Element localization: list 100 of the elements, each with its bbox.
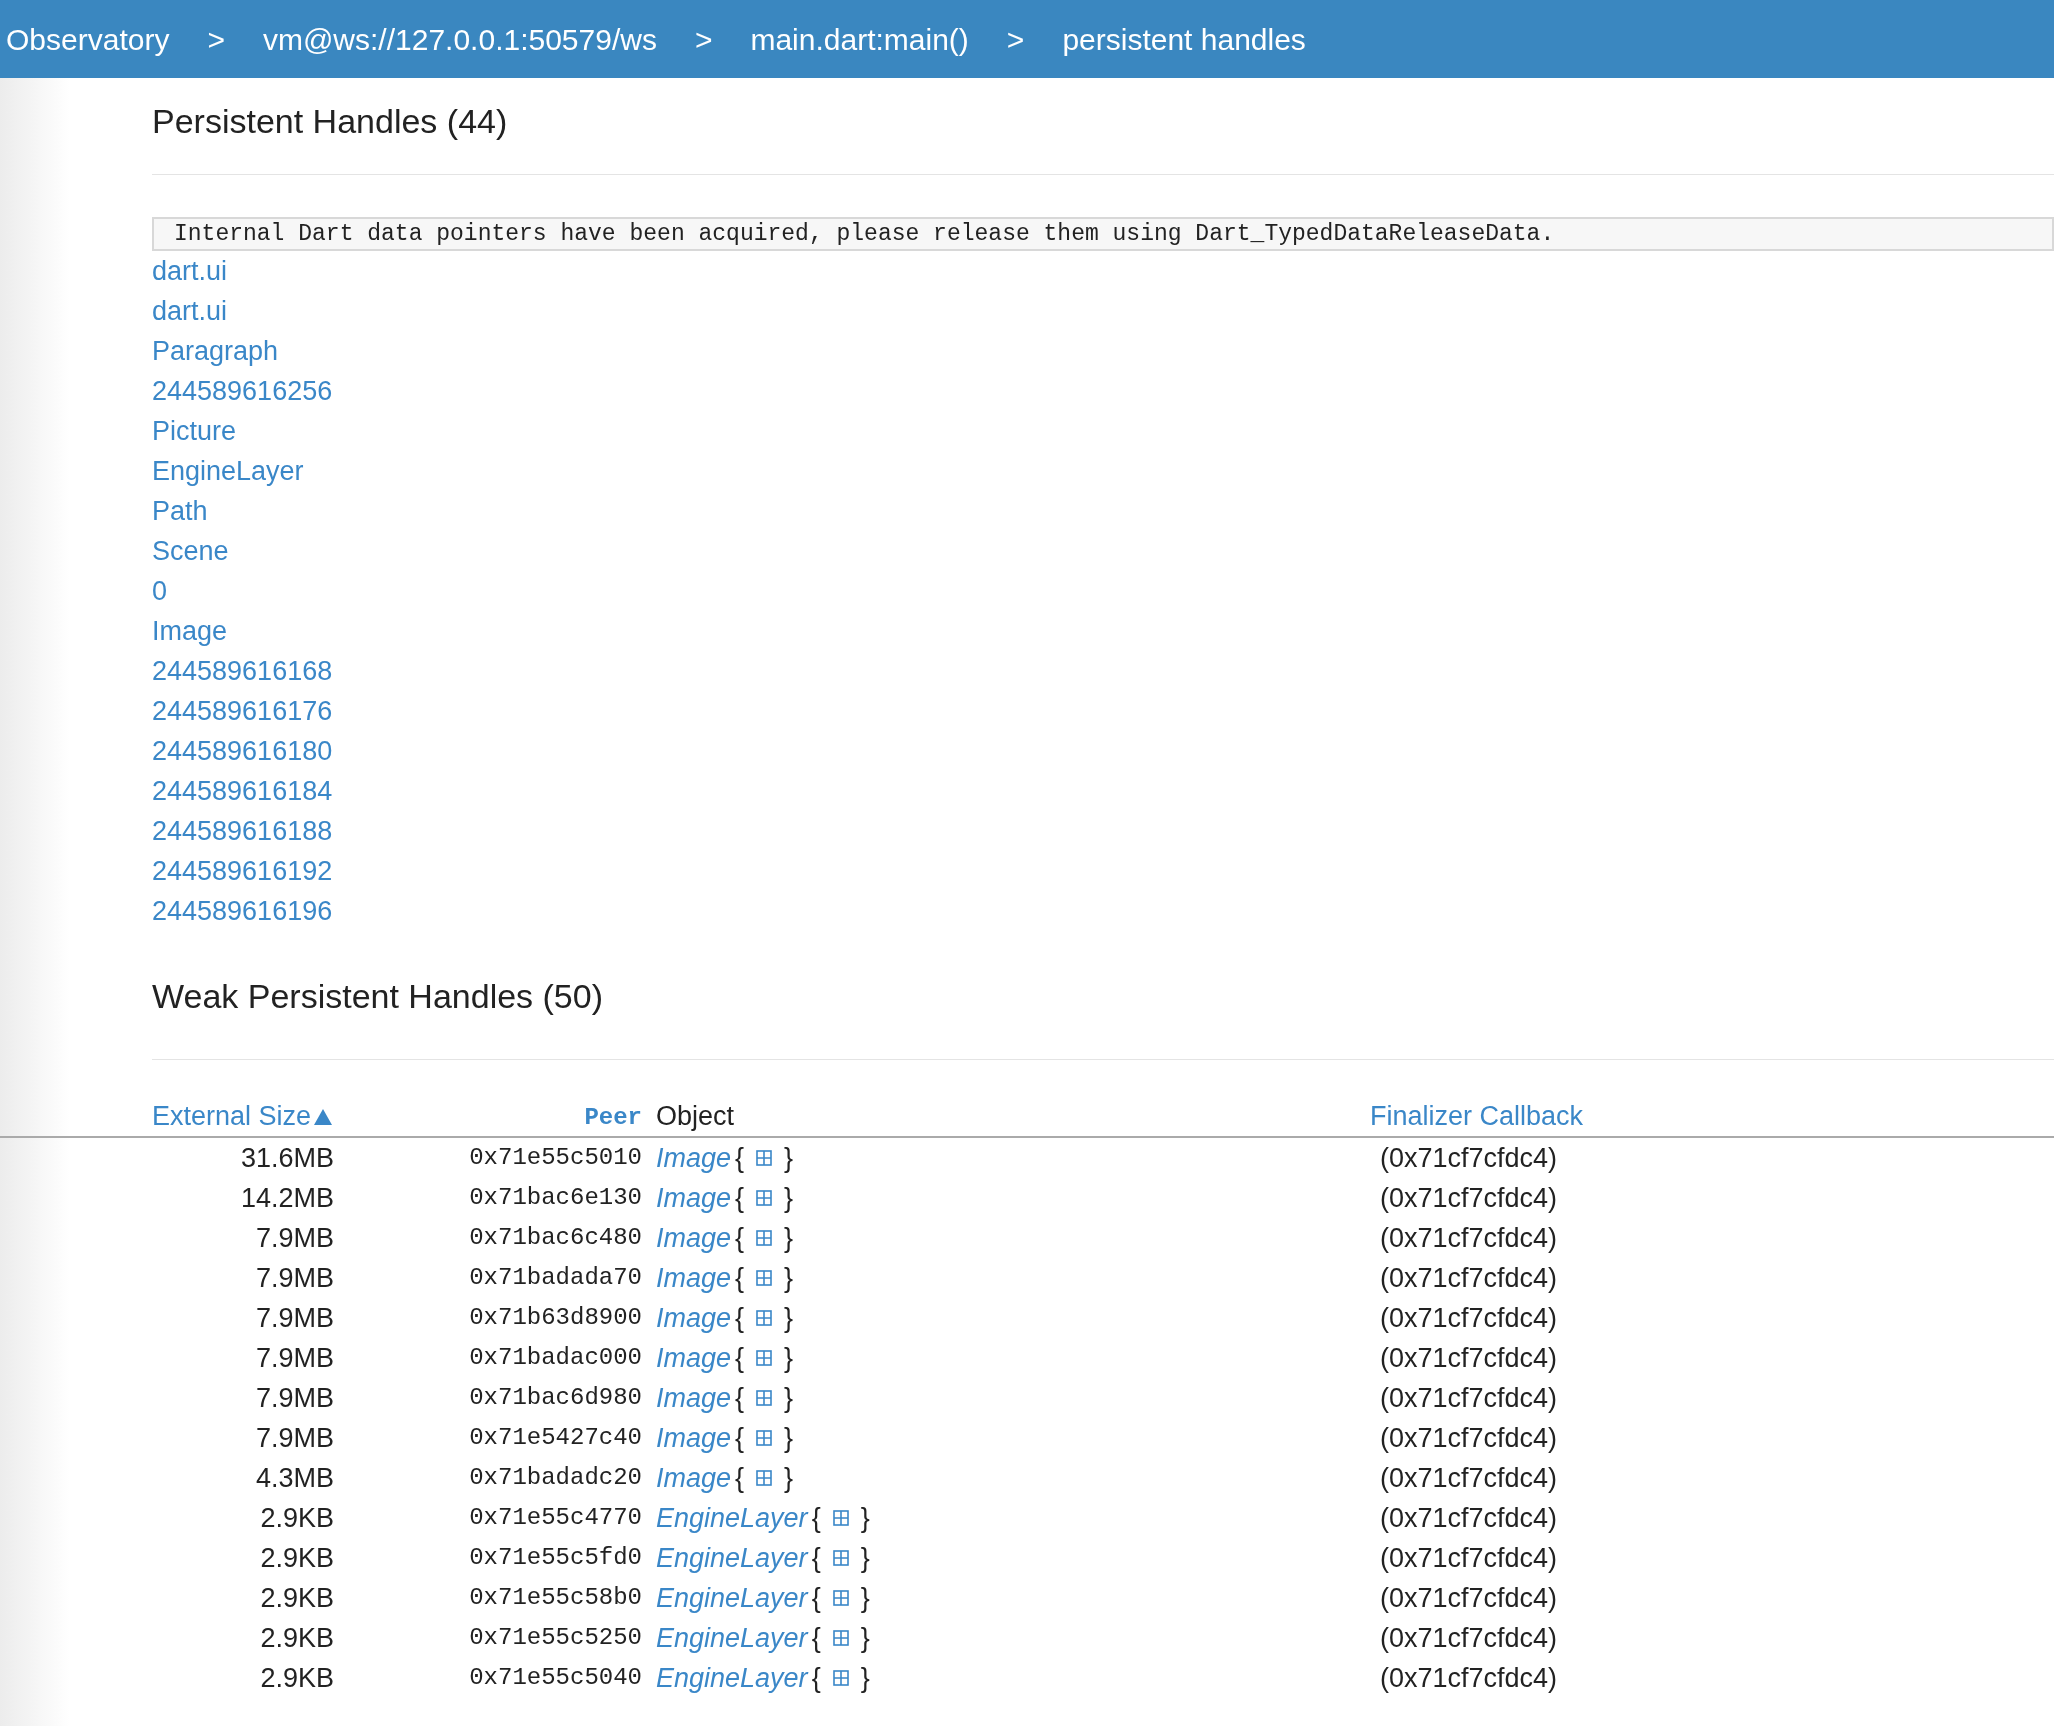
peer-cell-text: 0x71badada70 — [468, 1263, 642, 1293]
size-cell-text: 7.9MB — [254, 1301, 334, 1335]
breadcrumb-link[interactable]: persistent handles — [1062, 16, 1306, 62]
expand-button[interactable] — [756, 1190, 773, 1206]
size-cell-text: 2.9KB — [259, 1541, 334, 1575]
expand-icon — [832, 1510, 849, 1526]
brace-text: { — [735, 1461, 745, 1495]
handle-link[interactable]: 244589616176 — [152, 691, 333, 731]
object-link[interactable]: EngineLayer — [656, 1537, 808, 1579]
object-link[interactable]: EngineLayer — [656, 1617, 808, 1659]
object-link[interactable]: EngineLayer — [656, 1657, 808, 1699]
handle-link[interactable]: 244589616168 — [152, 651, 333, 691]
callback-cell-text: (0x71cf7cfdc4) — [1380, 1341, 1558, 1375]
handle-link[interactable]: Picture — [152, 411, 237, 451]
size-cell-text: 7.9MB — [254, 1421, 334, 1455]
brace-text: { — [735, 1381, 745, 1415]
brace-text: } — [860, 1581, 870, 1615]
expand-icon — [756, 1150, 773, 1166]
size-cell-text: 2.9KB — [259, 1661, 334, 1695]
object-link[interactable]: Image — [656, 1257, 732, 1299]
expand-button[interactable] — [756, 1150, 773, 1166]
expand-button[interactable] — [832, 1550, 849, 1566]
object-link[interactable]: Image — [656, 1377, 732, 1419]
handle-link[interactable]: 244589616192 — [152, 851, 333, 891]
expand-button[interactable] — [832, 1590, 849, 1606]
brace-text: } — [784, 1421, 794, 1455]
brace-text: { — [811, 1661, 821, 1695]
brace-text: } — [784, 1221, 794, 1255]
brace-text: { — [735, 1221, 745, 1255]
brace-text: { — [735, 1181, 745, 1215]
callback-cell-text: (0x71cf7cfdc4) — [1380, 1621, 1558, 1655]
brace-text: } — [784, 1381, 794, 1415]
breadcrumb-separator: > — [1006, 21, 1025, 58]
section-heading: Weak Persistent Handles (50) — [152, 976, 604, 1017]
object-link[interactable]: Image — [656, 1177, 732, 1219]
handle-link[interactable]: 244589616256 — [152, 371, 333, 411]
handle-link[interactable]: Scene — [152, 531, 229, 571]
column-header[interactable]: External Size — [152, 1095, 352, 1136]
breadcrumb-link[interactable]: Observatory — [6, 16, 170, 62]
expand-button[interactable] — [832, 1670, 849, 1686]
expand-icon — [756, 1430, 773, 1446]
object-link[interactable]: Image — [656, 1457, 732, 1499]
object-link[interactable]: Image — [656, 1217, 732, 1259]
handle-link[interactable]: dart.ui — [152, 251, 228, 291]
brace-text: } — [860, 1621, 870, 1655]
expand-button[interactable] — [756, 1310, 773, 1326]
expand-icon — [832, 1550, 849, 1566]
expand-icon — [756, 1310, 773, 1326]
handle-link[interactable]: 0 — [152, 571, 168, 611]
object-link[interactable]: EngineLayer — [656, 1497, 808, 1539]
expand-button[interactable] — [756, 1470, 773, 1486]
breadcrumb-link[interactable]: main.dart:main() — [750, 16, 969, 62]
breadcrumb-separator: > — [694, 21, 713, 58]
expand-icon — [756, 1470, 773, 1486]
object-link[interactable]: EngineLayer — [656, 1577, 808, 1619]
expand-button[interactable] — [832, 1510, 849, 1526]
handle-link[interactable]: Paragraph — [152, 331, 279, 371]
handle-link[interactable]: 244589616180 — [152, 731, 333, 771]
object-link[interactable]: Image — [656, 1337, 732, 1379]
size-cell-text: 2.9KB — [259, 1581, 334, 1615]
breadcrumb-link[interactable]: vm@ws://127.0.0.1:50579/ws — [262, 16, 657, 62]
expand-button[interactable] — [756, 1390, 773, 1406]
callback-cell-text: (0x71cf7cfdc4) — [1380, 1301, 1558, 1335]
handle-link[interactable]: Path — [152, 491, 208, 531]
callback-cell-text: (0x71cf7cfdc4) — [1380, 1381, 1558, 1415]
object-link[interactable]: Image — [656, 1297, 732, 1339]
peer-cell-text: 0x71badadc20 — [468, 1463, 642, 1493]
object-link[interactable]: Image — [656, 1137, 732, 1179]
size-cell-text: 2.9KB — [259, 1501, 334, 1535]
peer-cell-text: 0x71e55c5250 — [468, 1623, 642, 1653]
peer-cell-text: 0x71badac000 — [468, 1343, 642, 1373]
handle-link[interactable]: 244589616196 — [152, 891, 333, 931]
peer-cell-text: 0x71e55c4770 — [468, 1503, 642, 1533]
expand-button[interactable] — [756, 1430, 773, 1446]
handle-link[interactable]: 244589616188 — [152, 811, 333, 851]
brace-text: { — [811, 1541, 821, 1575]
peer-cell-text: 0x71b63d8900 — [468, 1303, 642, 1333]
expand-button[interactable] — [756, 1270, 773, 1286]
expand-button[interactable] — [756, 1350, 773, 1366]
callback-cell-text: (0x71cf7cfdc4) — [1380, 1421, 1558, 1455]
callback-cell-text: (0x71cf7cfdc4) — [1380, 1661, 1558, 1695]
expand-button[interactable] — [756, 1230, 773, 1246]
expand-button[interactable] — [832, 1630, 849, 1646]
brace-text: { — [735, 1301, 745, 1335]
handle-link[interactable]: 244589616184 — [152, 771, 333, 811]
breadcrumb-separator: > — [207, 21, 225, 58]
peer-cell-text: 0x71e55c58b0 — [468, 1583, 642, 1613]
handle-link[interactable]: EngineLayer — [152, 451, 304, 491]
column-header[interactable]: Finalizer Callback — [1370, 1095, 1584, 1136]
column-header[interactable]: Peer — [352, 1100, 642, 1136]
callback-cell-text: (0x71cf7cfdc4) — [1380, 1461, 1558, 1495]
expand-icon — [756, 1270, 773, 1286]
object-link[interactable]: Image — [656, 1417, 732, 1459]
handle-link[interactable]: Image — [152, 611, 228, 651]
size-cell-text: 31.6MB — [239, 1141, 334, 1175]
brace-text: } — [784, 1261, 794, 1295]
brace-text: { — [735, 1261, 745, 1295]
handle-link[interactable]: dart.ui — [152, 291, 228, 331]
expand-icon — [756, 1230, 773, 1246]
brace-text: } — [860, 1541, 870, 1575]
